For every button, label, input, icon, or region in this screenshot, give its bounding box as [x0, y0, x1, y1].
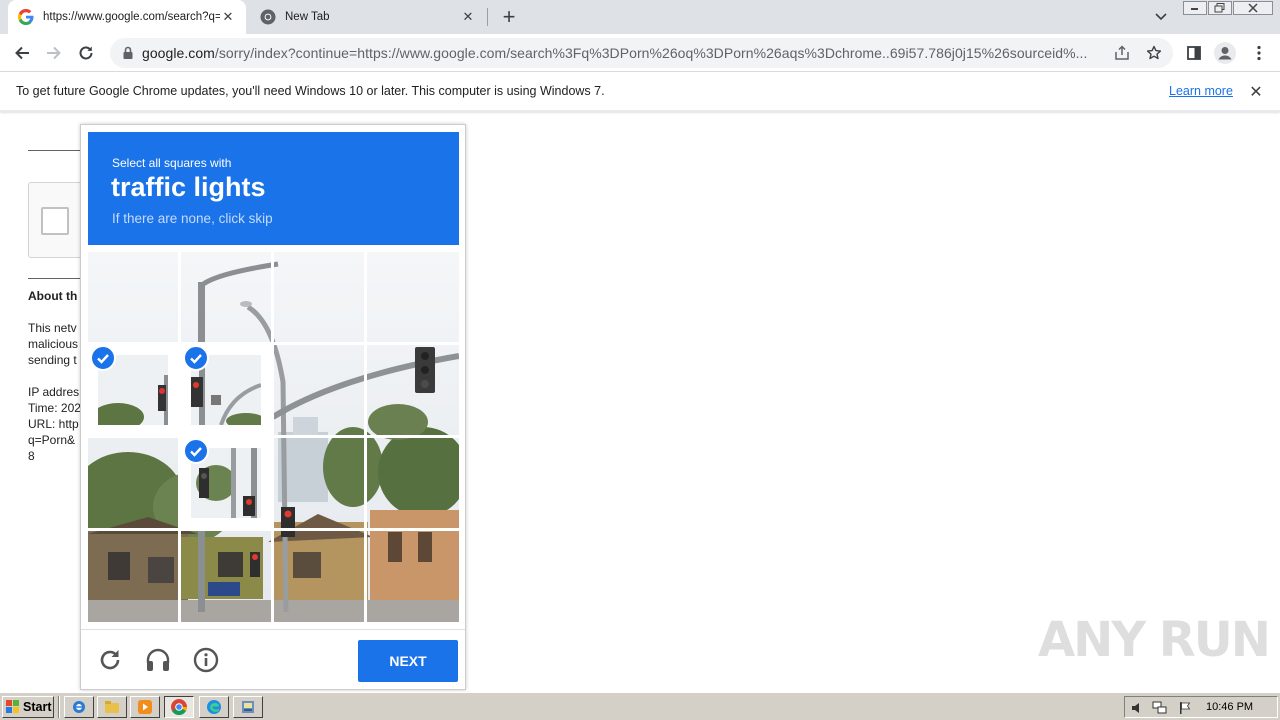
internet-explorer-icon[interactable]	[64, 696, 94, 718]
tab-google-search[interactable]: https://www.google.com/search?q= ✕	[8, 0, 246, 34]
grid-tile-2[interactable]	[181, 252, 271, 342]
info-icon[interactable]	[192, 646, 220, 674]
detail-line: URL: http	[28, 417, 79, 431]
profile-avatar-icon[interactable]	[1214, 42, 1236, 64]
grid-tile-13[interactable]	[88, 531, 178, 621]
challenge-header: Select all squares with traffic lights I…	[88, 132, 459, 245]
grid-tile-7[interactable]	[274, 345, 364, 435]
page-divider	[28, 150, 80, 151]
grid-tile-11[interactable]	[274, 438, 364, 528]
detail-line: q=Porn&	[28, 433, 76, 447]
chrome-icon	[260, 9, 276, 25]
grid-tile-14[interactable]	[181, 531, 271, 621]
close-window-button[interactable]	[1233, 1, 1273, 15]
detail-line: 8	[28, 449, 35, 463]
minimize-window-button[interactable]	[1183, 1, 1207, 15]
tab-title: New Tab	[285, 11, 330, 23]
tab-new-tab[interactable]: New Tab ✕	[250, 0, 486, 34]
challenge-image-grid	[88, 252, 459, 622]
restore-window-button[interactable]	[1208, 1, 1232, 15]
tab-search-icon[interactable]	[1152, 8, 1170, 26]
forward-arrow-icon[interactable]	[43, 42, 65, 64]
info-bar-message: To get future Google Chrome updates, you…	[16, 84, 605, 98]
about-text-line: malicious	[28, 337, 79, 351]
grid-tile-3[interactable]	[274, 252, 364, 342]
url-host: google.com	[142, 45, 215, 61]
start-label: Start	[23, 700, 52, 714]
file-explorer-icon[interactable]	[97, 696, 127, 718]
media-player-icon[interactable]	[130, 696, 160, 718]
system-tray: 10:46 PM	[1124, 696, 1278, 718]
grid-tile-9b[interactable]	[88, 438, 178, 528]
about-text-line: This netv	[28, 321, 77, 335]
challenge-instruction: Select all squares with	[112, 156, 232, 170]
challenge-target: traffic lights	[111, 172, 266, 202]
windows-taskbar: Start 10:46 PM	[0, 692, 1280, 720]
start-button[interactable]: Start	[2, 696, 54, 718]
more-menu-icon[interactable]	[1248, 42, 1270, 64]
captcha-challenge-dialog: Select all squares with traffic lights I…	[80, 124, 466, 690]
grid-tile-1[interactable]	[88, 252, 178, 342]
bookmark-star-icon[interactable]	[1146, 45, 1162, 61]
detail-line: IP addres	[28, 385, 80, 399]
close-tab-icon[interactable]: ✕	[220, 9, 236, 25]
learn-more-link[interactable]: Learn more	[1169, 84, 1233, 98]
action-center-flag-icon[interactable]	[1177, 700, 1193, 716]
page-divider	[28, 278, 80, 279]
recaptcha-checkbox[interactable]	[41, 207, 69, 235]
url-path: /sorry/index?continue=https://www.google…	[214, 45, 1088, 61]
chrome-taskbar-icon[interactable]	[164, 696, 194, 718]
close-info-bar-icon[interactable]: ✕	[1247, 83, 1265, 101]
google-icon	[18, 9, 34, 25]
grid-tile-15[interactable]	[274, 531, 364, 621]
edge-icon[interactable]	[199, 696, 229, 718]
url-text[interactable]: google.com/sorry/index?continue=https://…	[142, 45, 1107, 61]
selected-check-icon	[183, 345, 209, 371]
selected-check-icon	[90, 345, 116, 371]
grid-tile-16[interactable]	[367, 531, 457, 621]
lock-icon[interactable]	[120, 45, 136, 61]
tab-separator	[487, 8, 488, 26]
side-panel-icon[interactable]	[1183, 42, 1205, 64]
new-tab-button[interactable]: +	[498, 6, 520, 28]
setup-app-icon[interactable]	[233, 696, 263, 718]
challenge-footer: NEXT	[81, 629, 465, 690]
next-button[interactable]: NEXT	[358, 640, 458, 682]
recaptcha-widget	[28, 182, 88, 258]
tab-strip: https://www.google.com/search?q= ✕ New T…	[0, 0, 1280, 34]
grid-tile-12[interactable]	[367, 438, 457, 528]
grid-tile-4-col4[interactable]	[367, 252, 457, 342]
back-arrow-icon[interactable]	[11, 42, 33, 64]
reload-icon[interactable]	[75, 42, 97, 64]
network-icon[interactable]	[1152, 700, 1168, 716]
about-text-line: sending t	[28, 353, 77, 367]
about-heading: About th	[28, 289, 78, 303]
grid-tile-8[interactable]	[367, 345, 457, 435]
close-tab-icon[interactable]: ✕	[460, 9, 476, 25]
windows-logo-icon	[6, 700, 19, 713]
taskbar-separator	[58, 696, 60, 718]
share-icon[interactable]	[1114, 45, 1130, 61]
challenge-hint: If there are none, click skip	[112, 211, 273, 226]
reload-challenge-icon[interactable]	[96, 646, 124, 674]
volume-icon[interactable]	[1129, 700, 1145, 716]
address-bar[interactable]: google.com/sorry/index?continue=https://…	[110, 38, 1173, 68]
audio-challenge-icon[interactable]	[144, 646, 172, 674]
taskbar-clock[interactable]: 10:46 PM	[1206, 701, 1253, 713]
browser-toolbar: google.com/sorry/index?continue=https://…	[0, 34, 1280, 72]
selected-check-icon	[183, 438, 209, 464]
detail-line: Time: 202	[28, 401, 81, 415]
tab-title: https://www.google.com/search?q=	[43, 11, 220, 23]
anyrun-watermark: ANY RUN	[1038, 612, 1271, 668]
update-info-bar: To get future Google Chrome updates, you…	[0, 72, 1280, 112]
